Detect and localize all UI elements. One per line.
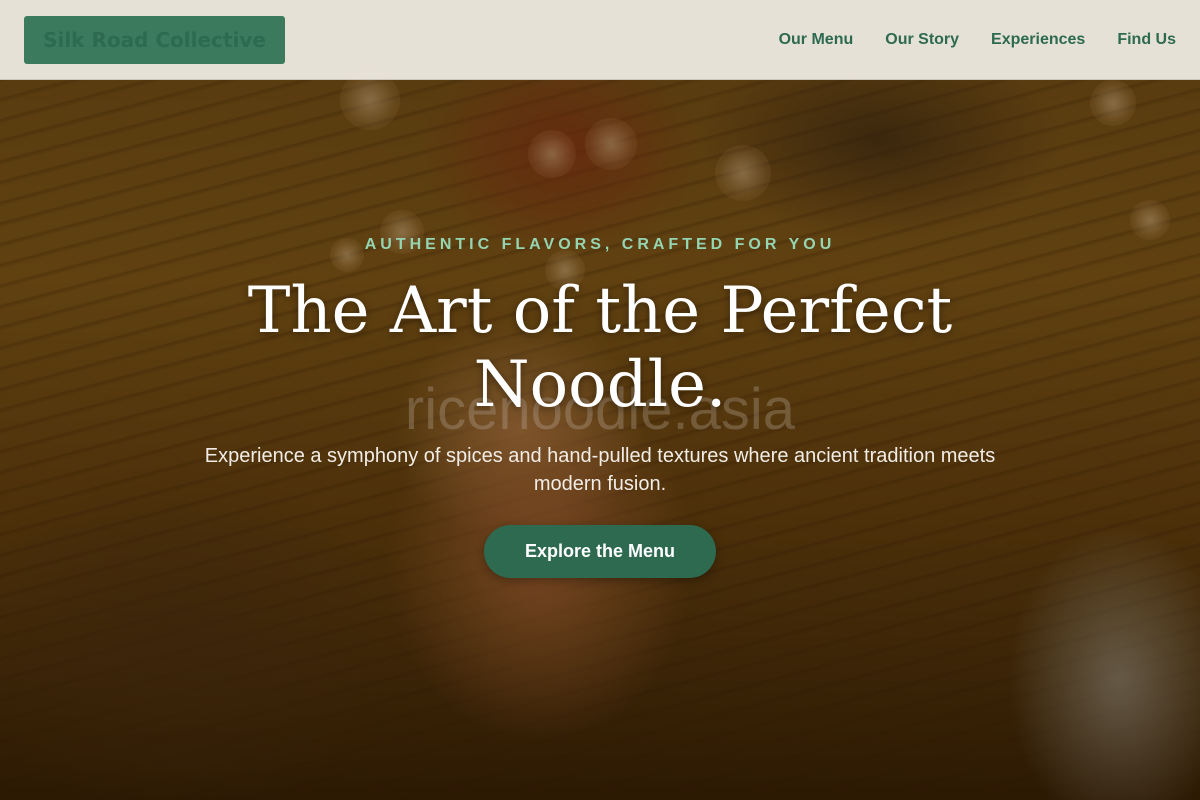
brand-logo[interactable]: Silk Road Collective — [24, 16, 285, 64]
hero-headline: The Art of the Perfect Noodle. — [247, 274, 953, 422]
main-nav: Our Menu Our Story Experiences Find Us — [779, 0, 1176, 80]
hero-eyebrow: AUTHENTIC FLAVORS, CRAFTED FOR YOU — [364, 236, 836, 253]
site-header: Silk Road Collective Our Menu Our Story … — [0, 0, 1200, 80]
nav-link-our-story[interactable]: Our Story — [885, 31, 959, 49]
nav-link-experiences[interactable]: Experiences — [991, 31, 1085, 49]
nav-link-our-menu[interactable]: Our Menu — [779, 31, 854, 49]
nav-link-find-us[interactable]: Find Us — [1117, 31, 1176, 49]
hero-subtext: Experience a symphony of spices and hand… — [204, 445, 996, 495]
explore-menu-button[interactable]: Explore the Menu — [484, 525, 716, 578]
hero-section: AUTHENTIC FLAVORS, CRAFTED FOR YOU ricen… — [0, 80, 1200, 800]
